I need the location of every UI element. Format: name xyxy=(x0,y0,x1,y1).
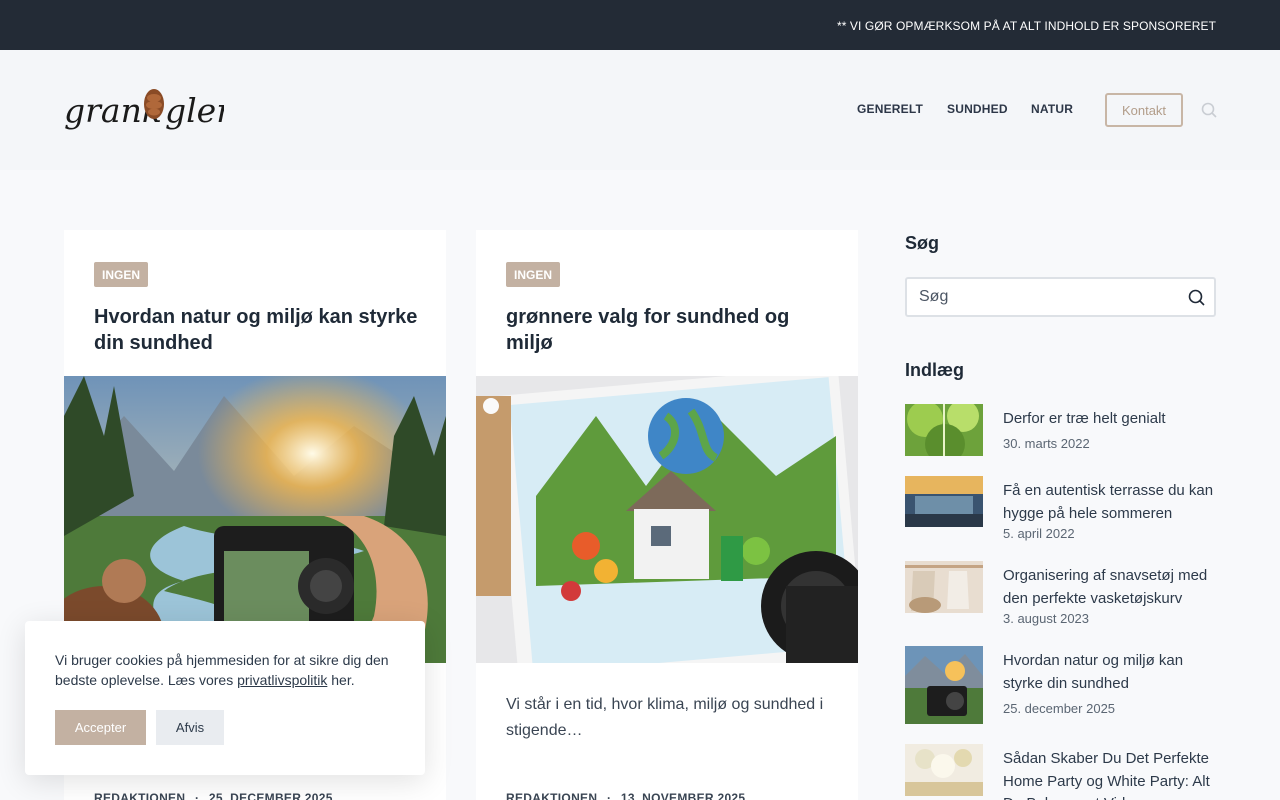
recent-post-date: 25. december 2025 xyxy=(1003,701,1116,716)
search-heading: Søg xyxy=(905,233,939,253)
post-image[interactable] xyxy=(64,376,446,663)
recent-post-title[interactable]: Få en autentisk terrasse du kan hygge på… xyxy=(1003,480,1218,525)
recent-post-item[interactable]: Hvordan natur og miljø kan styrke din su… xyxy=(905,646,1216,724)
svg-text:glen: glen xyxy=(165,91,224,130)
post-date: 25. DECEMBER 2025 xyxy=(208,791,333,800)
accept-cookies-button[interactable]: Accepter xyxy=(55,710,146,745)
post-date: 13. NOVEMBER 2025 xyxy=(620,791,746,800)
post-excerpt: Vi står i en tid, hvor klima, miljø og s… xyxy=(506,696,824,739)
recent-post-item[interactable]: Organisering af snavsetøj med den perfek… xyxy=(905,561,1218,626)
nav-item-natur[interactable]: NATUR xyxy=(1031,102,1073,116)
site-logo[interactable]: grank glen xyxy=(64,84,224,138)
post-card: INGEN grønnere valg for sundhed og miljø xyxy=(476,230,858,800)
recent-post-date: 3. august 2023 xyxy=(1003,611,1090,626)
cookie-banner: Vi bruger cookies på hjemmesiden for at … xyxy=(25,621,425,775)
post-author[interactable]: REDAKTIONEN xyxy=(506,791,597,800)
recent-post-item[interactable]: Få en autentisk terrasse du kan hygge på… xyxy=(905,476,1218,541)
post-thumbnail[interactable] xyxy=(905,476,983,527)
recent-post-title[interactable]: Sådan Skaber Du Det Perfekte Home Party … xyxy=(1003,748,1218,800)
contact-button[interactable]: Kontakt xyxy=(1105,93,1183,127)
post-thumbnail[interactable] xyxy=(905,744,983,796)
privacy-policy-link[interactable]: privatlivspolitik xyxy=(237,672,327,688)
recent-post-date: 5. april 2022 xyxy=(1003,526,1075,541)
decline-cookies-button[interactable]: Afvis xyxy=(156,710,224,745)
recent-post-title[interactable]: Derfor er træ helt genialt xyxy=(1003,408,1218,431)
post-meta: REDAKTIONEN · 13. NOVEMBER 2025 xyxy=(506,791,745,800)
category-badge[interactable]: INGEN xyxy=(94,262,149,287)
sidebar-search-input[interactable] xyxy=(905,277,1216,317)
post-meta: REDAKTIONEN · 25. DECEMBER 2025 xyxy=(94,791,333,800)
search-icon[interactable] xyxy=(1188,289,1205,306)
recent-post-title[interactable]: Organisering af snavsetøj med den perfek… xyxy=(1003,565,1218,610)
pinecone-icon xyxy=(144,89,164,119)
recent-post-item[interactable]: Derfor er træ helt genialt 30. marts 202… xyxy=(905,404,1216,456)
announcement-bar: ** VI GØR OPMÆRKSOM PÅ AT ALT INDHOLD ER… xyxy=(0,0,1280,50)
cookie-message-end: her. xyxy=(327,671,355,688)
post-image[interactable] xyxy=(476,376,858,663)
post-thumbnail[interactable] xyxy=(905,561,983,613)
post-thumbnail[interactable] xyxy=(905,404,983,456)
recent-post-title[interactable]: Hvordan natur og miljø kan styrke din su… xyxy=(1003,650,1218,695)
search-icon[interactable] xyxy=(1201,102,1217,118)
nav-item-sundhed[interactable]: SUNDHED xyxy=(947,102,1008,116)
post-thumbnail[interactable] xyxy=(905,646,983,724)
nav-item-generelt[interactable]: GENERELT xyxy=(857,102,923,116)
category-badge[interactable]: INGEN xyxy=(506,262,561,287)
sponsored-notice: ** VI GØR OPMÆRKSOM PÅ AT ALT INDHOLD ER… xyxy=(836,19,1216,33)
cookie-text: Vi bruger cookies på hjemmesiden for at … xyxy=(55,651,400,690)
recent-post-date: 30. marts 2022 xyxy=(1003,436,1090,451)
meta-separator: · xyxy=(606,791,612,800)
recent-post-item[interactable]: Sådan Skaber Du Det Perfekte Home Party … xyxy=(905,744,1216,800)
post-author[interactable]: REDAKTIONEN xyxy=(94,791,185,800)
meta-separator: · xyxy=(194,791,200,800)
post-title[interactable]: Hvordan natur og miljø kan styrke din su… xyxy=(94,304,424,356)
posts-heading: Indlæg xyxy=(905,360,964,380)
post-title[interactable]: grønnere valg for sundhed og miljø xyxy=(506,304,836,356)
